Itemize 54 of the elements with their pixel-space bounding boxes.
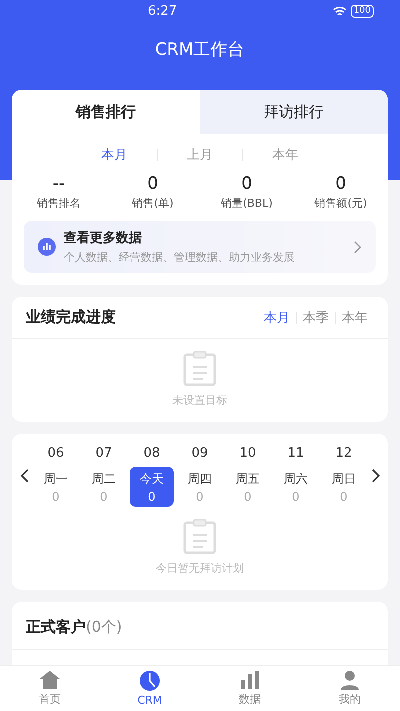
status-time: 6:27: [148, 4, 178, 18]
ranking-tab[interactable]: 拜访排行: [200, 90, 388, 134]
day-date: 07: [96, 446, 112, 461]
empty-text: 今日暂无拜访计划: [156, 561, 244, 576]
day-date: 11: [288, 446, 304, 461]
day-date: 06: [48, 446, 64, 461]
day-button[interactable]: 周二 0: [82, 467, 126, 507]
user-icon: [339, 670, 361, 690]
battery-indicator: 100: [350, 4, 374, 18]
nav-item[interactable]: CRM: [100, 666, 200, 711]
card-title: 正式客户(0个): [12, 602, 388, 650]
stat-label: 销量(BBL): [221, 196, 273, 211]
day-date: 10: [240, 446, 256, 461]
more-data-banner[interactable]: 查看更多数据 个人数据、经营数据、管理数据、助力业务发展: [24, 221, 376, 273]
wifi-icon: [332, 6, 347, 16]
day-button[interactable]: 周五 0: [226, 467, 270, 507]
day-button[interactable]: 周一 0: [34, 467, 78, 507]
chevron-right-icon: [354, 240, 362, 254]
banner-subtitle: 个人数据、经营数据、管理数据、助力业务发展: [64, 250, 296, 265]
banner-title: 查看更多数据: [64, 230, 143, 247]
day-date: 08: [144, 446, 160, 461]
stat-value: 0: [336, 174, 346, 194]
period-tab[interactable]: 本年: [336, 308, 374, 326]
period-tab[interactable]: 本季: [297, 308, 335, 326]
nav-item[interactable]: 我的: [300, 666, 400, 711]
period-tab[interactable]: 本月: [72, 146, 157, 164]
day-button[interactable]: 今天 0: [130, 467, 174, 507]
day-button[interactable]: 周四 0: [178, 467, 222, 507]
period-tab[interactable]: 上月: [158, 146, 242, 164]
stat-label: 销售额(元): [314, 196, 368, 211]
card-title: 业绩完成进度: [26, 308, 117, 327]
chevron-left-icon[interactable]: [20, 469, 28, 483]
stat-value: 0: [148, 174, 158, 194]
day-date: 12: [336, 446, 352, 461]
stat-label: 销售(单): [132, 196, 174, 211]
stat-label: 销售排名: [37, 196, 81, 211]
period-tab[interactable]: 本年: [243, 146, 328, 164]
period-tab[interactable]: 本月: [258, 308, 296, 326]
clipboard-icon: [183, 519, 217, 555]
day-date: 09: [192, 446, 208, 461]
stat-value: 0: [242, 174, 252, 194]
chevron-right-icon[interactable]: [372, 469, 380, 483]
day-button[interactable]: 周日 0: [322, 467, 366, 507]
bar-chart-icon: [239, 670, 261, 690]
bar-chart-icon: [38, 238, 56, 256]
day-button[interactable]: 周六 0: [274, 467, 318, 507]
clipboard-icon: [183, 351, 217, 387]
nav-item[interactable]: 数据: [200, 666, 300, 711]
empty-text: 未设置目标: [172, 393, 228, 408]
stat-value: --: [52, 174, 66, 194]
page-title: CRM工作台: [154, 39, 246, 62]
home-icon: [39, 670, 61, 690]
nav-item[interactable]: 首页: [0, 666, 100, 711]
pie-chart-icon: [139, 670, 161, 692]
